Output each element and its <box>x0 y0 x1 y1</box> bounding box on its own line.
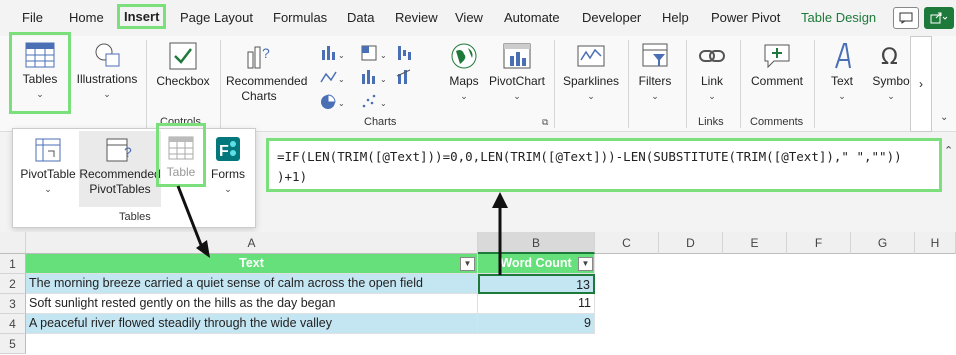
annotation-arrows <box>176 185 508 275</box>
arrow-table-to-header <box>176 185 205 251</box>
